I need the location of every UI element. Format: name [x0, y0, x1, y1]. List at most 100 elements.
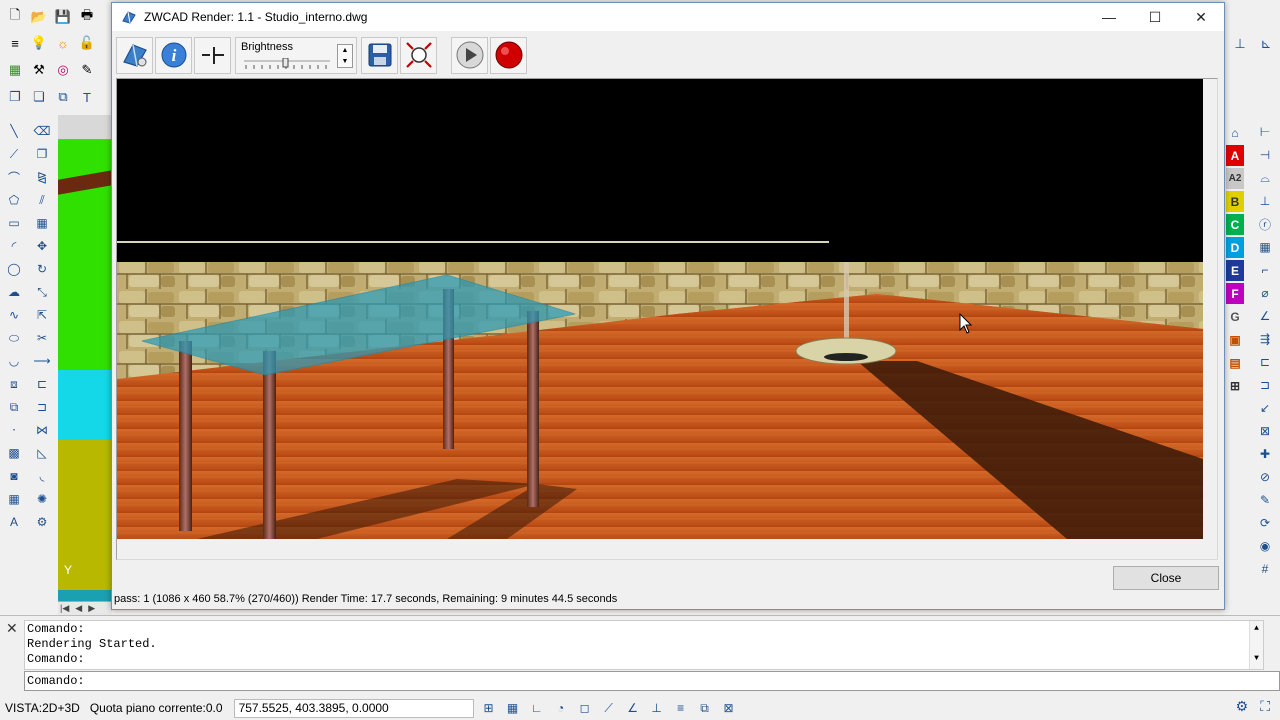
style-tool-icon[interactable]: ⌂: [1226, 122, 1244, 143]
layer-tool-2-icon[interactable]: ⚒: [28, 59, 50, 81]
layer-tool-3-icon[interactable]: ◎: [52, 59, 74, 81]
copy-object-icon[interactable]: ❐: [4, 86, 26, 108]
dim-ordinate-icon[interactable]: ⊥: [1255, 191, 1275, 211]
line-tool-icon[interactable]: ╲: [2, 120, 26, 142]
cloud-tool-icon[interactable]: ☁: [2, 281, 26, 303]
region-tool-icon[interactable]: ◙: [2, 465, 26, 487]
minimize-button[interactable]: —: [1086, 3, 1132, 31]
style-a-button[interactable]: A: [1226, 145, 1244, 166]
dim-radius-icon[interactable]: ⓡ: [1255, 214, 1275, 234]
settings-gear-icon[interactable]: ⚙: [1236, 698, 1249, 715]
layer-tool-1-icon[interactable]: ▦: [4, 59, 26, 81]
crop-region-button[interactable]: [194, 36, 231, 74]
osnap-icon[interactable]: ◻: [576, 699, 594, 717]
open-folder-icon[interactable]: 📂: [28, 6, 50, 28]
style-c-button[interactable]: C: [1226, 214, 1244, 235]
circle-tool-icon[interactable]: ◯: [2, 258, 26, 280]
ortho-icon[interactable]: ∟: [528, 699, 546, 717]
drawing-viewport[interactable]: Y |◀ ◀ ▶: [58, 115, 112, 615]
table-tool-icon[interactable]: ▦: [2, 488, 26, 510]
extend-tool-icon[interactable]: ⟶: [30, 350, 54, 372]
dim-quick-icon[interactable]: ⇶: [1255, 329, 1275, 349]
next-tab-icon[interactable]: ▶: [88, 603, 95, 614]
dim-edit-icon[interactable]: ✎: [1255, 490, 1275, 510]
make-block-icon[interactable]: ⧉: [2, 396, 26, 418]
grid-icon[interactable]: ▦: [504, 699, 522, 717]
dim-tolerance-icon[interactable]: ⊠: [1255, 421, 1275, 441]
spin-down-icon[interactable]: ▼: [338, 56, 352, 67]
style-a2-button[interactable]: A2: [1226, 168, 1244, 189]
layer-tool-4-icon[interactable]: ✎: [76, 59, 98, 81]
hatch-tool-icon[interactable]: ▩: [2, 442, 26, 464]
dim-update-icon[interactable]: ⟳: [1255, 513, 1275, 533]
trim-tool-icon[interactable]: ✂: [30, 327, 54, 349]
text-style-icon[interactable]: T: [76, 86, 98, 108]
lineweight-icon[interactable]: ≡: [672, 699, 690, 717]
style-e-button[interactable]: E: [1226, 260, 1244, 281]
xline-tool-icon[interactable]: ⟋: [2, 143, 26, 165]
style-d-button[interactable]: D: [1226, 237, 1244, 258]
snap-icon[interactable]: ⊞: [480, 699, 498, 717]
break-tool-icon[interactable]: ⊏: [30, 373, 54, 395]
rectangle-tool-icon[interactable]: ▭: [2, 212, 26, 234]
dim-diameter-icon[interactable]: ⌀: [1255, 283, 1275, 303]
stop-render-button[interactable]: [490, 36, 527, 74]
selection-cycling-icon[interactable]: ⧉: [696, 699, 714, 717]
command-panel-close-button[interactable]: ✕: [6, 620, 18, 637]
dim-aligned-icon[interactable]: ⊣: [1255, 145, 1275, 165]
save-image-button[interactable]: [361, 36, 398, 74]
ucs-tool-icon[interactable]: ⊥: [1229, 33, 1251, 55]
dim-table-icon[interactable]: ▦: [1255, 237, 1275, 257]
command-input[interactable]: Comando:: [24, 671, 1280, 691]
dim-grid-icon[interactable]: #: [1255, 559, 1275, 579]
stretch-tool-icon[interactable]: ⇱: [30, 304, 54, 326]
view-mode-status[interactable]: VISTA:2D+3D: [0, 701, 85, 715]
style-f-button[interactable]: F: [1226, 283, 1244, 304]
dim-baseline-icon[interactable]: ⊏: [1255, 352, 1275, 372]
dim-leader-icon[interactable]: ↙: [1255, 398, 1275, 418]
save-icon[interactable]: 💾: [52, 6, 74, 28]
style-extra-2-icon[interactable]: ▤: [1226, 352, 1244, 373]
print-icon[interactable]: 🖶: [76, 6, 98, 28]
3d-osnap-icon[interactable]: ⟋: [600, 699, 618, 717]
fillet-tool-icon[interactable]: ◟: [30, 465, 54, 487]
start-render-button[interactable]: [451, 36, 488, 74]
prev-tab-icon[interactable]: ◀: [75, 603, 82, 614]
lightbulb-icon[interactable]: 💡: [28, 32, 50, 54]
window-close-button[interactable]: ✕: [1178, 3, 1224, 31]
zoom-extents-button[interactable]: [400, 36, 437, 74]
move-tool-icon[interactable]: ✥: [30, 235, 54, 257]
info-button[interactable]: i: [155, 36, 192, 74]
offset-tool-icon[interactable]: ⫽: [30, 189, 54, 211]
properties-tool-icon[interactable]: ⚙: [30, 511, 54, 533]
brightness-spinner[interactable]: ▲ ▼: [337, 43, 353, 68]
layout-tab-scroller[interactable]: |◀ ◀ ▶: [58, 601, 112, 615]
command-history-scrollbar[interactable]: ▲ ▼: [1249, 621, 1263, 669]
dim-angular-icon[interactable]: ∠: [1255, 306, 1275, 326]
layer-icon[interactable]: ≡: [4, 32, 26, 54]
otrack-icon[interactable]: ∠: [624, 699, 642, 717]
point-tool-icon[interactable]: ⋅: [2, 419, 26, 441]
spline-tool-icon[interactable]: ∿: [2, 304, 26, 326]
polar-icon[interactable]: ◔: [552, 699, 570, 717]
dim-arc-icon[interactable]: ⌓: [1255, 168, 1275, 188]
fullscreen-icon[interactable]: ⛶: [1260, 698, 1270, 715]
maximize-button[interactable]: ☐: [1132, 3, 1178, 31]
copy-tool-icon[interactable]: ❐: [30, 143, 54, 165]
dim-center-icon[interactable]: ✚: [1255, 444, 1275, 464]
break-at-point-icon[interactable]: ⊐: [30, 396, 54, 418]
style-g-button[interactable]: G: [1226, 306, 1244, 327]
dim-style-icon[interactable]: ◉: [1255, 536, 1275, 556]
style-extra-3-icon[interactable]: ⊞: [1226, 375, 1244, 396]
erase-tool-icon[interactable]: ⌫: [30, 120, 54, 142]
dim-jogged-icon[interactable]: ⌐: [1255, 260, 1275, 280]
dim-inspect-icon[interactable]: ⊘: [1255, 467, 1275, 487]
explode-tool-icon[interactable]: ✺: [30, 488, 54, 510]
render-settings-button[interactable]: [116, 36, 153, 74]
brightness-slider[interactable]: [242, 57, 332, 70]
title-bar[interactable]: ZWCAD Render: 1.1 - Studio_interno.dwg —…: [112, 3, 1224, 31]
array-tool-icon[interactable]: ▦: [30, 212, 54, 234]
style-b-button[interactable]: B: [1226, 191, 1244, 212]
sun-icon[interactable]: ☼: [52, 32, 74, 54]
close-button[interactable]: Close: [1113, 566, 1219, 590]
